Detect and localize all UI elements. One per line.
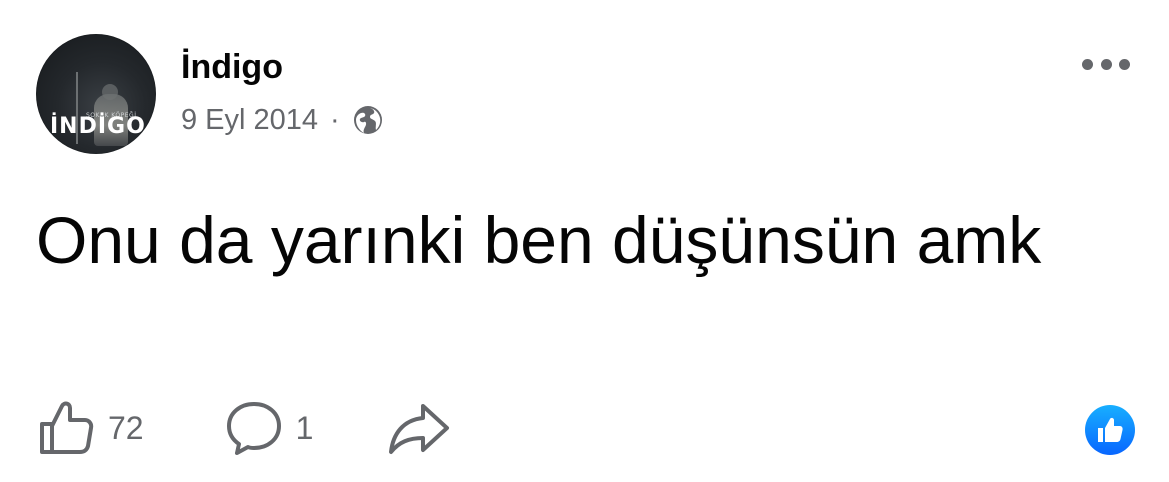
like-reaction-icon[interactable] xyxy=(1085,405,1135,455)
post-message: Onu da yarınki ben düşünsün amk xyxy=(36,203,1042,277)
more-options-icon[interactable] xyxy=(1082,54,1130,74)
more-dot xyxy=(1082,58,1093,70)
share-button[interactable] xyxy=(387,398,451,458)
author-name[interactable]: İndigo xyxy=(181,50,283,84)
like-count[interactable]: 72 xyxy=(108,410,144,447)
thumbs-up-icon xyxy=(40,401,94,454)
post-meta: 9 Eyl 2014 · xyxy=(181,104,384,136)
globe-icon[interactable] xyxy=(352,104,384,136)
comment-bubble-icon xyxy=(226,402,281,455)
avatar-logo-text: İNDİGO xyxy=(50,114,146,139)
more-dot xyxy=(1119,58,1130,70)
facebook-post: SOKAK KÖPEĞİ İNDİGO İndigo 9 Eyl 2014 · … xyxy=(0,0,1169,482)
meta-separator: · xyxy=(330,103,340,136)
post-date[interactable]: 9 Eyl 2014 xyxy=(181,105,318,135)
share-arrow-icon xyxy=(389,404,450,454)
post-actions-bar: 72 1 xyxy=(36,398,451,458)
comment-count[interactable]: 1 xyxy=(296,410,314,447)
like-button[interactable]: 72 xyxy=(36,398,144,458)
comment-button[interactable]: 1 xyxy=(224,398,314,458)
author-avatar[interactable]: SOKAK KÖPEĞİ İNDİGO xyxy=(36,34,156,154)
more-dot xyxy=(1100,58,1112,70)
